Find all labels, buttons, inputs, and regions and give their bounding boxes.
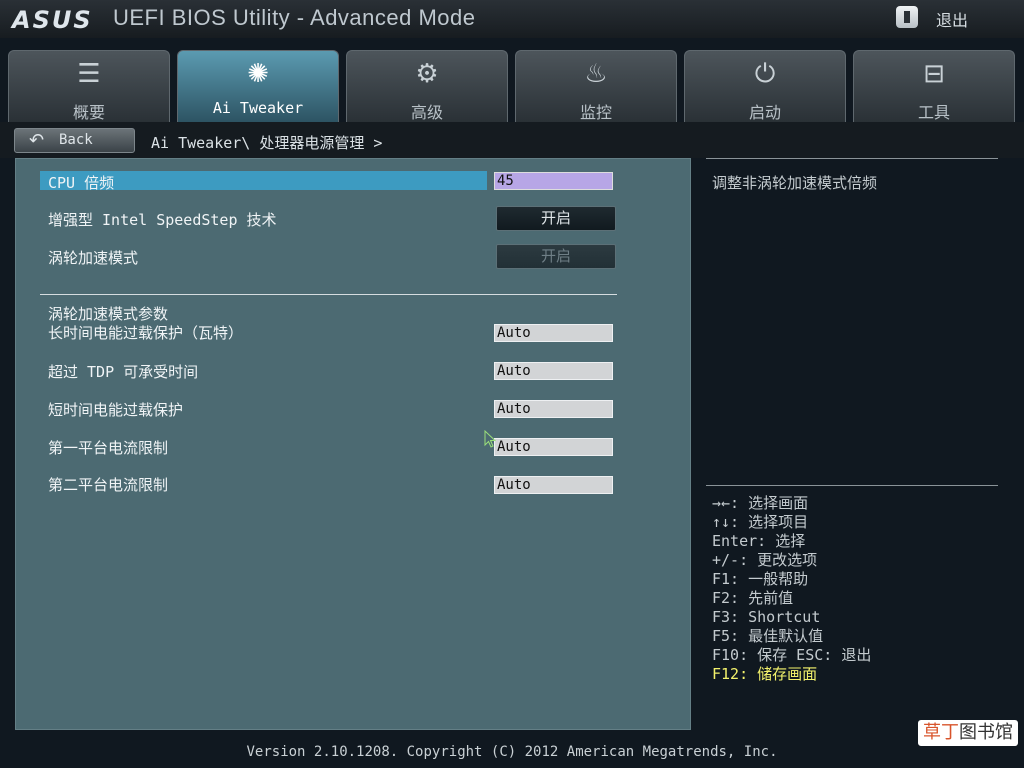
tdp-time-label[interactable]: 超过 TDP 可承受时间 <box>48 361 198 382</box>
key-legend: →←: 选择画面 ↑↓: 选择项目 Enter: 选择 +/-: 更改选项 F1… <box>712 494 871 684</box>
section-title: 涡轮加速模式参数 <box>48 305 169 323</box>
tdp-time-field[interactable]: Auto <box>494 362 613 380</box>
tab-tool[interactable]: ⊟ 工具 <box>853 50 1015 122</box>
help-description: 调整非涡轮加速模式倍频 <box>712 174 878 192</box>
toolbox-icon: ⊟ <box>923 59 945 89</box>
cpu-ratio-field[interactable]: 45 <box>494 172 613 190</box>
turbo-mode-label[interactable]: 涡轮加速模式 <box>48 247 138 268</box>
tab-advanced[interactable]: ⚙ 高级 <box>346 50 508 122</box>
watermark-text: 图书馆 <box>959 722 1013 743</box>
advanced-icon: ⚙ <box>415 59 439 89</box>
key-hint: F3: Shortcut <box>712 608 821 626</box>
help-bottom-rule <box>706 485 998 486</box>
watermark-logo: 草丁图书馆 <box>918 720 1018 746</box>
monitor-icon: ♨ <box>584 59 608 89</box>
short-power-field[interactable]: Auto <box>494 400 613 418</box>
back-label: Back <box>59 132 93 148</box>
watermark-accent: 草丁 <box>923 722 959 743</box>
title-bar: ASUS UEFI BIOS Utility - Advanced Mode 退… <box>0 0 1024 38</box>
secondary-current-field[interactable]: Auto <box>494 476 613 494</box>
key-hint: +/-: 更改选项 <box>712 551 818 569</box>
tab-label: Ai Tweaker <box>212 99 304 117</box>
key-hint: F5: 最佳默认值 <box>712 627 824 645</box>
asus-logo: ASUS <box>12 6 93 34</box>
speedstep-toggle[interactable]: 开启 <box>496 206 616 231</box>
back-button[interactable]: ↶ Back <box>14 128 135 153</box>
tab-label: 工具 <box>917 103 950 122</box>
key-hint: ↑↓: 选择项目 <box>712 513 809 531</box>
primary-current-label[interactable]: 第一平台电流限制 <box>48 437 168 458</box>
long-power-field[interactable]: Auto <box>494 324 613 342</box>
back-arrow-icon: ↶ <box>29 130 45 151</box>
tab-ai-tweaker[interactable]: ✺ Ai Tweaker <box>177 50 339 122</box>
tab-label: 监控 <box>579 103 612 122</box>
breadcrumb: Ai Tweaker\ 处理器电源管理 > <box>151 134 383 152</box>
key-hint: →←: 选择画面 <box>712 494 809 512</box>
speedstep-label[interactable]: 增强型 Intel SpeedStep 技术 <box>48 209 277 230</box>
section-divider <box>40 294 617 295</box>
key-hint: F1: 一般帮助 <box>712 570 809 588</box>
exit-label: 退出 <box>936 11 969 30</box>
long-power-label[interactable]: 长时间电能过载保护（瓦特） <box>48 322 243 343</box>
cpu-ratio-label[interactable]: CPU 倍频 <box>48 172 114 193</box>
tab-label: 启动 <box>748 103 781 122</box>
tab-monitor[interactable]: ♨ 监控 <box>515 50 677 122</box>
key-hint: F2: 先前值 <box>712 589 794 607</box>
version-footer: Version 2.10.1208. Copyright (C) 2012 Am… <box>246 744 778 760</box>
tab-main[interactable]: ☰ 概要 <box>8 50 170 122</box>
turbo-mode-toggle: 开启 <box>496 244 616 269</box>
exit-door-icon <box>896 6 918 28</box>
tab-label: 概要 <box>72 103 105 122</box>
key-hint-highlight: F12: 储存画面 <box>712 665 818 683</box>
app-title: UEFI BIOS Utility - Advanced Mode <box>113 5 476 30</box>
power-icon: ⏻ <box>754 59 776 89</box>
key-hint: Enter: 选择 <box>712 532 806 550</box>
help-top-rule <box>706 158 998 159</box>
list-icon: ☰ <box>77 59 101 89</box>
ai-tweaker-icon: ✺ <box>247 59 269 89</box>
primary-current-field[interactable]: Auto <box>494 438 613 456</box>
key-hint: F10: 保存 ESC: 退出 <box>712 646 872 664</box>
tab-boot[interactable]: ⏻ 启动 <box>684 50 846 122</box>
short-power-label[interactable]: 短时间电能过载保护 <box>48 399 183 420</box>
secondary-current-label[interactable]: 第二平台电流限制 <box>48 474 168 495</box>
mouse-cursor-icon <box>484 430 496 448</box>
exit-button[interactable]: 退出 <box>894 5 1014 31</box>
tab-label: 高级 <box>410 103 443 122</box>
